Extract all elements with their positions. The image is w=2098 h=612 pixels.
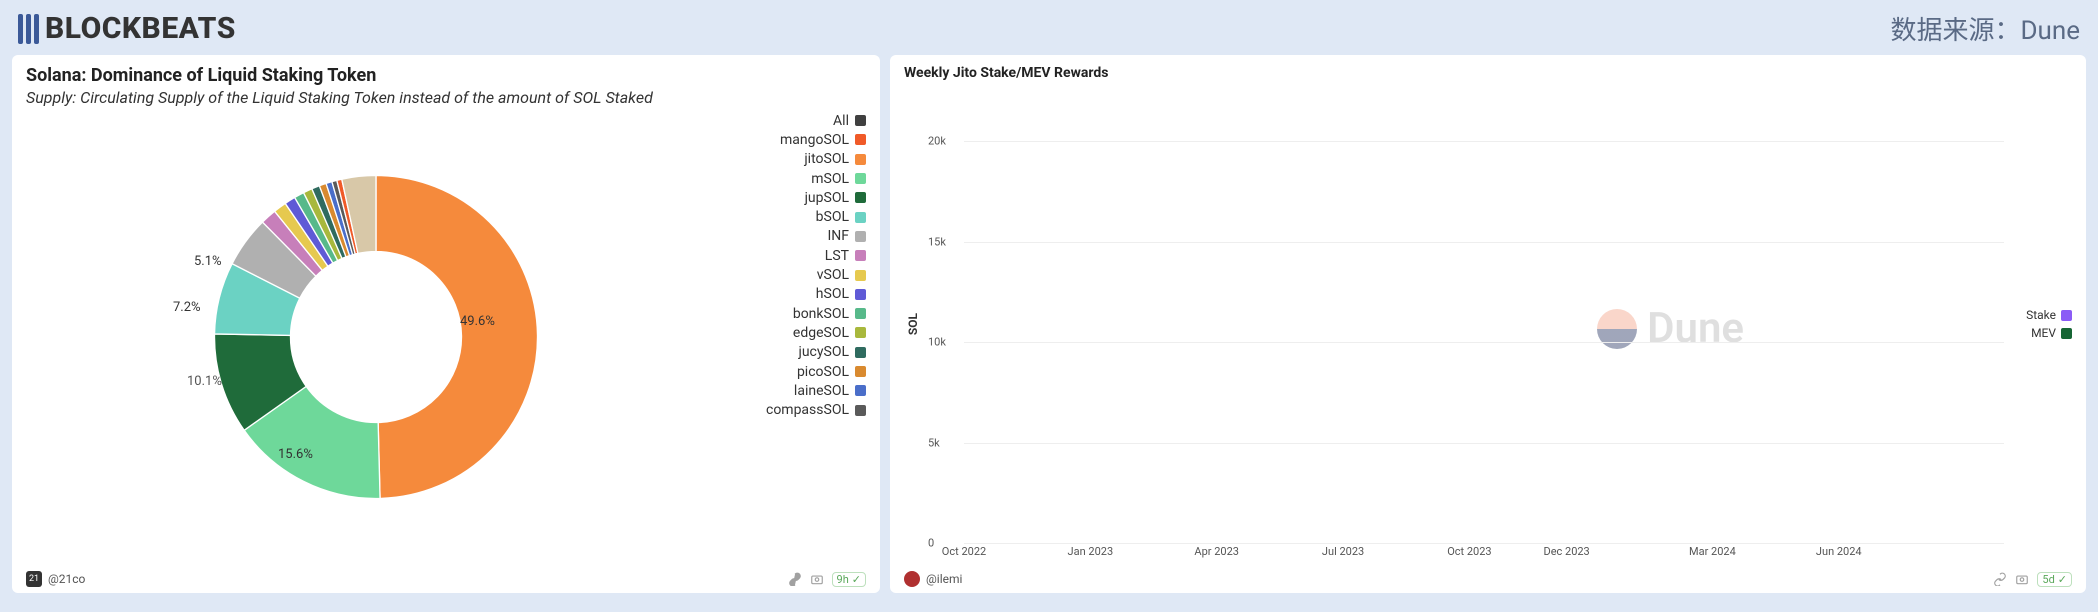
- donut-svg: [186, 147, 566, 527]
- legend-item[interactable]: mSOL: [726, 169, 866, 188]
- logo-bars-icon: [18, 14, 39, 44]
- panel-title: Solana: Dominance of Liquid Staking Toke…: [26, 65, 866, 86]
- avatar-icon: 21: [26, 571, 42, 587]
- legend-item[interactable]: bonkSOL: [726, 304, 866, 323]
- camera-icon[interactable]: [2015, 572, 2029, 586]
- legend-item[interactable]: Stake: [2008, 306, 2072, 324]
- panel-jito-rewards: Weekly Jito Stake/MEV Rewards SOL Dune 0…: [890, 55, 2086, 593]
- bar-chart-body: SOL Dune 05k10k15k20kOct 2022Jan 2023Apr…: [904, 81, 2072, 567]
- panel-footer: @ilemi 5d✓: [904, 567, 2072, 587]
- legend-item[interactable]: All: [726, 111, 866, 130]
- check-icon: ✓: [852, 573, 861, 586]
- logo-text: BLOCKBEATS: [45, 11, 236, 46]
- panel-subtitle: Supply: Circulating Supply of the Liquid…: [26, 88, 866, 107]
- slice-label-4: 7.2%: [173, 300, 201, 315]
- camera-icon[interactable]: [810, 572, 824, 586]
- donut-chart-body: 49.6% 15.6% 10.1% 7.2% 5.1% AllmangoSOLj…: [26, 107, 866, 567]
- legend-item[interactable]: jitoSOL: [726, 150, 866, 169]
- legend-item[interactable]: hSOL: [726, 285, 866, 304]
- panel-author[interactable]: 21 @21co: [26, 571, 85, 587]
- panel-author[interactable]: @ilemi: [904, 571, 962, 587]
- slice-label-1: 49.6%: [460, 314, 495, 329]
- legend-item[interactable]: INF: [726, 227, 866, 246]
- slice-label-2: 15.6%: [278, 447, 313, 462]
- legend-item[interactable]: edgeSOL: [726, 323, 866, 342]
- legend-item[interactable]: bSOL: [726, 207, 866, 226]
- legend-item[interactable]: MEV: [2008, 324, 2072, 342]
- link-icon[interactable]: [1993, 572, 2007, 586]
- logo: BLOCKBEATS: [18, 11, 236, 46]
- legend-item[interactable]: mangoSOL: [726, 130, 866, 149]
- y-axis-label: SOL: [904, 313, 922, 335]
- data-source-label: 数据来源：Dune: [1890, 10, 2080, 47]
- avatar-icon: [904, 571, 920, 587]
- slice-label-3: 10.1%: [187, 374, 222, 389]
- donut-chart[interactable]: 49.6% 15.6% 10.1% 7.2% 5.1%: [26, 107, 726, 567]
- author-handle: @ilemi: [926, 572, 962, 586]
- legend-item[interactable]: compassSOL: [726, 400, 866, 419]
- check-icon: ✓: [2058, 573, 2067, 586]
- donut-legend: AllmangoSOLjitoSOLmSOLjupSOLbSOLINFLSTvS…: [726, 107, 866, 567]
- age-badge[interactable]: 5d✓: [2037, 572, 2072, 587]
- author-handle: @21co: [48, 572, 85, 586]
- panel-footer: 21 @21co 9h✓: [26, 567, 866, 587]
- legend-item[interactable]: laineSOL: [726, 381, 866, 400]
- header: BLOCKBEATS 数据来源：Dune: [0, 0, 2098, 51]
- age-badge[interactable]: 9h✓: [832, 572, 866, 587]
- legend-item[interactable]: LST: [726, 246, 866, 265]
- legend-item[interactable]: vSOL: [726, 265, 866, 284]
- bar-legend: StakeMEV: [2008, 306, 2072, 342]
- legend-item[interactable]: jupSOL: [726, 188, 866, 207]
- panel-liquid-staking: Solana: Dominance of Liquid Staking Toke…: [12, 55, 880, 593]
- panel-title: Weekly Jito Stake/MEV Rewards: [904, 65, 2072, 81]
- legend-item[interactable]: jucySOL: [726, 343, 866, 362]
- slice-label-5: 5.1%: [194, 254, 222, 269]
- bar-chart[interactable]: Dune 05k10k15k20kOct 2022Jan 2023Apr 202…: [928, 101, 2004, 563]
- link-icon[interactable]: [788, 572, 802, 586]
- panels: Solana: Dominance of Liquid Staking Toke…: [0, 51, 2098, 603]
- legend-item[interactable]: picoSOL: [726, 362, 866, 381]
